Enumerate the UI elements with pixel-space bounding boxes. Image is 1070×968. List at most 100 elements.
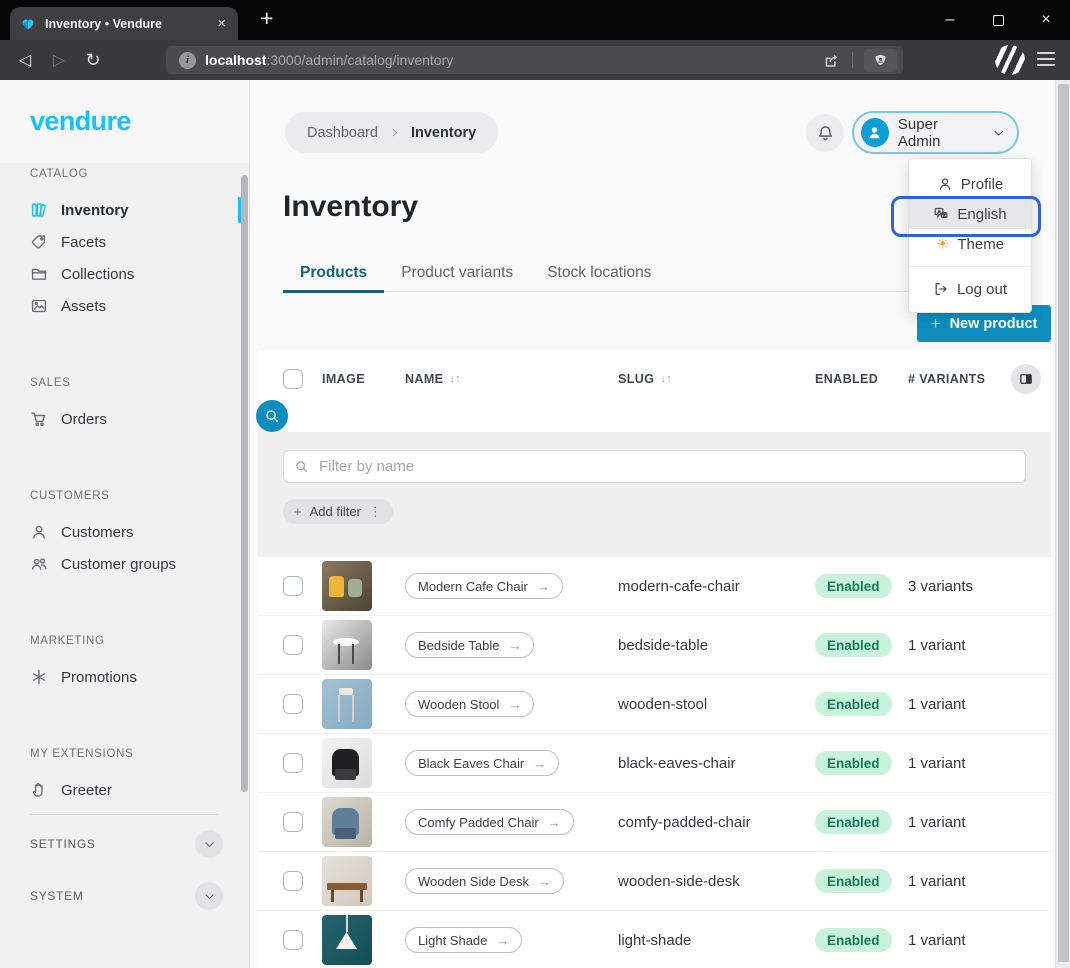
row-checkbox[interactable] — [283, 576, 303, 596]
sidebar-section-system[interactable]: SYSTEM — [0, 873, 249, 919]
table-row: Light Shade→light-shadeEnabled1 variant — [258, 911, 1051, 968]
menu-item-log-out[interactable]: Log out — [909, 274, 1031, 304]
tab-product-variants[interactable]: Product variants — [384, 257, 530, 292]
site-info-icon[interactable]: i — [179, 52, 196, 69]
status-badge: Enabled — [815, 574, 892, 598]
browser-profile-avatar[interactable] — [995, 45, 1025, 75]
forward-button[interactable]: ▷ — [46, 48, 72, 72]
sidebar-item-customer-groups[interactable]: Customer groups — [0, 548, 249, 580]
browser-tab[interactable]: Inventory • Vendure × — [10, 7, 238, 40]
minimize-button[interactable]: – — [926, 0, 974, 40]
user-label: Super Admin — [898, 116, 981, 150]
chevron-down-icon — [992, 126, 1005, 140]
breadcrumb-dashboard[interactable]: Dashboard — [307, 125, 378, 141]
sidebar-section-settings[interactable]: SETTINGS — [0, 821, 249, 867]
product-thumbnail[interactable] — [322, 797, 372, 847]
column-header-image: IMAGE — [322, 372, 405, 386]
reload-button[interactable]: ↻ — [80, 48, 106, 72]
share-icon[interactable] — [822, 51, 841, 70]
collapsed-sections: SETTINGS SYSTEM — [0, 821, 249, 919]
product-thumbnail[interactable] — [322, 561, 372, 611]
kebab-icon[interactable]: ⋮ — [369, 504, 382, 520]
scrollbar-thumb[interactable] — [1058, 84, 1069, 962]
sidebar-scrollbar[interactable] — [241, 175, 248, 792]
maximize-button[interactable] — [974, 0, 1022, 40]
row-checkbox[interactable] — [283, 753, 303, 773]
table-row: Bedside Table→bedside-tableEnabled1 vari… — [258, 616, 1051, 675]
sidebar-item-collections[interactable]: Collections — [0, 258, 249, 290]
sort-icon[interactable]: ↓↑ — [449, 373, 461, 385]
breadcrumb-inventory[interactable]: Inventory — [411, 125, 476, 141]
expand-button[interactable] — [195, 882, 223, 910]
product-name-link[interactable]: Bedside Table→ — [405, 632, 534, 658]
page-scrollbar[interactable] — [1055, 80, 1070, 968]
menu-item-label: Profile — [961, 176, 1004, 193]
filter-input[interactable] — [317, 457, 1015, 476]
tab-close-icon[interactable]: × — [215, 15, 228, 32]
screen: Inventory • Vendure × + – × ◁ ▷ ↻ i loca… — [0, 0, 1070, 968]
product-name-link[interactable]: Wooden Stool→ — [405, 691, 534, 717]
product-name-link[interactable]: Modern Cafe Chair→ — [405, 573, 563, 599]
maximize-icon — [993, 15, 1004, 26]
row-checkbox[interactable] — [283, 635, 303, 655]
tab-stock-locations[interactable]: Stock locations — [530, 257, 668, 292]
name-cell: Wooden Stool→ — [405, 691, 618, 717]
vendure-logo[interactable]: vendure — [30, 106, 131, 137]
sort-icon[interactable]: ↓↑ — [660, 373, 672, 385]
name-cell: Bedside Table→ — [405, 632, 618, 658]
column-header-slug[interactable]: SLUG↓↑ — [618, 372, 815, 386]
address-bar[interactable]: i localhost:3000/admin/catalog/inventory — [166, 46, 903, 74]
product-name-link[interactable]: Wooden Side Desk→ — [405, 868, 564, 894]
product-name-link[interactable]: Black Eaves Chair→ — [405, 750, 559, 776]
breadcrumb[interactable]: Dashboard Inventory — [285, 112, 498, 153]
new-tab-button[interactable]: + — [260, 5, 273, 32]
tab-products[interactable]: Products — [283, 257, 384, 292]
menu-item-english[interactable]: English — [909, 199, 1031, 229]
expand-button[interactable] — [195, 830, 223, 858]
tag-icon — [30, 233, 48, 251]
search-button[interactable] — [256, 400, 288, 432]
add-filter-button[interactable]: + Add filter ⋮ — [283, 499, 393, 524]
sidebar-item-inventory[interactable]: Inventory — [0, 194, 249, 226]
menu-item-theme[interactable]: ☀Theme — [909, 229, 1031, 259]
thumbnail-shape — [336, 932, 357, 949]
sidebar-item-orders[interactable]: Orders — [0, 403, 249, 435]
product-name-link[interactable]: Light Shade→ — [405, 927, 522, 953]
menu-item-profile[interactable]: Profile — [909, 169, 1031, 199]
back-button[interactable]: ◁ — [12, 48, 38, 72]
close-button[interactable]: × — [1022, 0, 1070, 40]
brave-shield-button[interactable] — [864, 49, 897, 72]
product-thumbnail[interactable] — [322, 856, 372, 906]
tab-title: Inventory • Vendure — [45, 17, 215, 31]
product-name-link[interactable]: Comfy Padded Chair→ — [405, 809, 574, 835]
arrow-right-icon: → — [548, 815, 561, 830]
sidebar-item-assets[interactable]: Assets — [0, 290, 249, 322]
column-settings-button[interactable] — [1011, 364, 1041, 394]
sidebar-item-facets[interactable]: Facets — [0, 226, 249, 258]
thumbnail-shape — [329, 576, 344, 597]
browser-menu-icon[interactable] — [1037, 52, 1055, 66]
thumbnail-cell — [322, 620, 405, 670]
product-name: Wooden Side Desk — [418, 874, 529, 889]
select-all-checkbox[interactable] — [283, 369, 303, 389]
sidebar-item-promotions[interactable]: Promotions — [0, 661, 249, 693]
user-icon — [30, 523, 48, 541]
row-checkbox[interactable] — [283, 812, 303, 832]
product-thumbnail[interactable] — [322, 915, 372, 965]
row-checkbox[interactable] — [283, 694, 303, 714]
section-label: SALES — [0, 375, 249, 391]
sidebar-item-customers[interactable]: Customers — [0, 516, 249, 548]
notifications-button[interactable] — [806, 114, 844, 152]
product-thumbnail[interactable] — [322, 738, 372, 788]
menu-item-label: Log out — [957, 281, 1007, 298]
product-thumbnail[interactable] — [322, 620, 372, 670]
row-checkbox[interactable] — [283, 871, 303, 891]
sidebar-item-greeter[interactable]: Greeter — [0, 774, 249, 806]
user-menu-button[interactable]: Super Admin — [852, 111, 1019, 154]
status-badge: Enabled — [815, 633, 892, 657]
row-checkbox[interactable] — [283, 930, 303, 950]
column-header-name[interactable]: NAME↓↑ — [405, 372, 618, 386]
cart-icon — [30, 410, 48, 428]
product-thumbnail[interactable] — [322, 679, 372, 729]
product-name: Black Eaves Chair — [418, 756, 524, 771]
